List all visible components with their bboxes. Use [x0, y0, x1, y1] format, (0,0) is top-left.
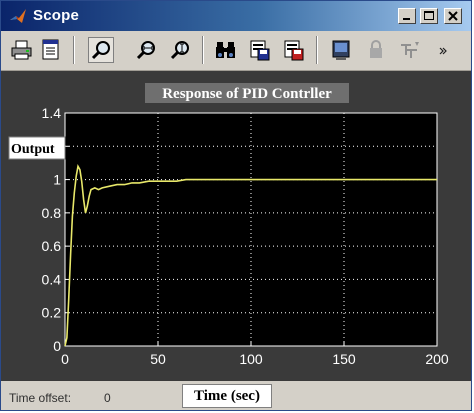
time-offset-value: 0	[104, 391, 111, 405]
plot-title: Response of PID Contrller	[162, 86, 332, 102]
title-bar[interactable]: Scope	[1, 1, 471, 31]
y-axis-label: Output	[11, 142, 55, 157]
window-title: Scope	[33, 7, 80, 24]
chevron-right-icon	[439, 47, 447, 55]
save-axes-settings-icon	[250, 40, 270, 61]
y-tick-label: 1	[53, 172, 61, 188]
signal-selection-button[interactable]	[397, 37, 423, 63]
x-tick-label: 50	[150, 351, 166, 367]
print-button[interactable]	[9, 37, 35, 63]
x-tick-label: 0	[61, 351, 69, 367]
x-tick-label: 100	[239, 351, 263, 367]
y-tick-label: 0.8	[42, 205, 62, 221]
x-tick-label: 150	[332, 351, 356, 367]
toolbar-separator	[73, 36, 75, 64]
time-offset-label: Time offset:	[9, 391, 72, 405]
restore-axes-settings-icon	[284, 40, 304, 61]
autoscale-button[interactable]	[213, 37, 239, 63]
zoom-y-button[interactable]	[167, 37, 193, 63]
toolbar-separator	[202, 36, 204, 64]
matlab-logo-icon	[10, 9, 26, 23]
save-axes-button[interactable]	[247, 37, 273, 63]
close-button[interactable]	[444, 8, 462, 24]
binoculars-icon	[216, 42, 235, 58]
toolbar-overflow-button[interactable]	[437, 37, 449, 63]
y-tick-label: 1.4	[42, 105, 62, 121]
close-icon	[448, 11, 458, 21]
scope-plot: 00.20.40.60.811.21.4050100150200 Respons…	[1, 71, 471, 381]
zoom-x-axis-icon	[136, 41, 155, 60]
floating-scope-icon	[332, 40, 350, 60]
maximize-button[interactable]	[420, 8, 438, 24]
zoom-icon	[91, 41, 110, 60]
x-tick-label: 200	[425, 351, 449, 367]
toolbar-separator	[316, 36, 318, 64]
scope-window: Scope 0 0.2 0.4 0.6 0.8 1 1.4 0 50 100 1…	[0, 0, 472, 411]
y-tick-label: 0.4	[42, 271, 62, 287]
maximize-icon	[424, 11, 434, 20]
printer-icon	[11, 40, 32, 60]
y-tick-label: 0.6	[42, 238, 62, 254]
zoom-button[interactable]	[88, 37, 114, 63]
toolbar	[1, 31, 471, 71]
lock-axes-button[interactable]	[363, 37, 389, 63]
x-axis-label: Time (sec)	[182, 384, 272, 408]
y-tick-label: 0.2	[42, 305, 62, 321]
restore-axes-button[interactable]	[281, 37, 307, 63]
minimize-button[interactable]	[398, 8, 416, 24]
lock-icon	[370, 40, 382, 58]
floating-scope-button[interactable]	[328, 37, 354, 63]
signal-selection-icon	[401, 42, 419, 58]
plot-area: 00.20.40.60.811.21.4050100150200 Respons…	[1, 71, 471, 410]
parameters-icon	[42, 39, 59, 60]
y-tick-label: 0	[53, 338, 61, 354]
parameters-button[interactable]	[38, 37, 64, 63]
zoom-y-axis-icon	[170, 41, 189, 60]
zoom-x-button[interactable]	[133, 37, 159, 63]
minimize-icon	[403, 18, 410, 20]
